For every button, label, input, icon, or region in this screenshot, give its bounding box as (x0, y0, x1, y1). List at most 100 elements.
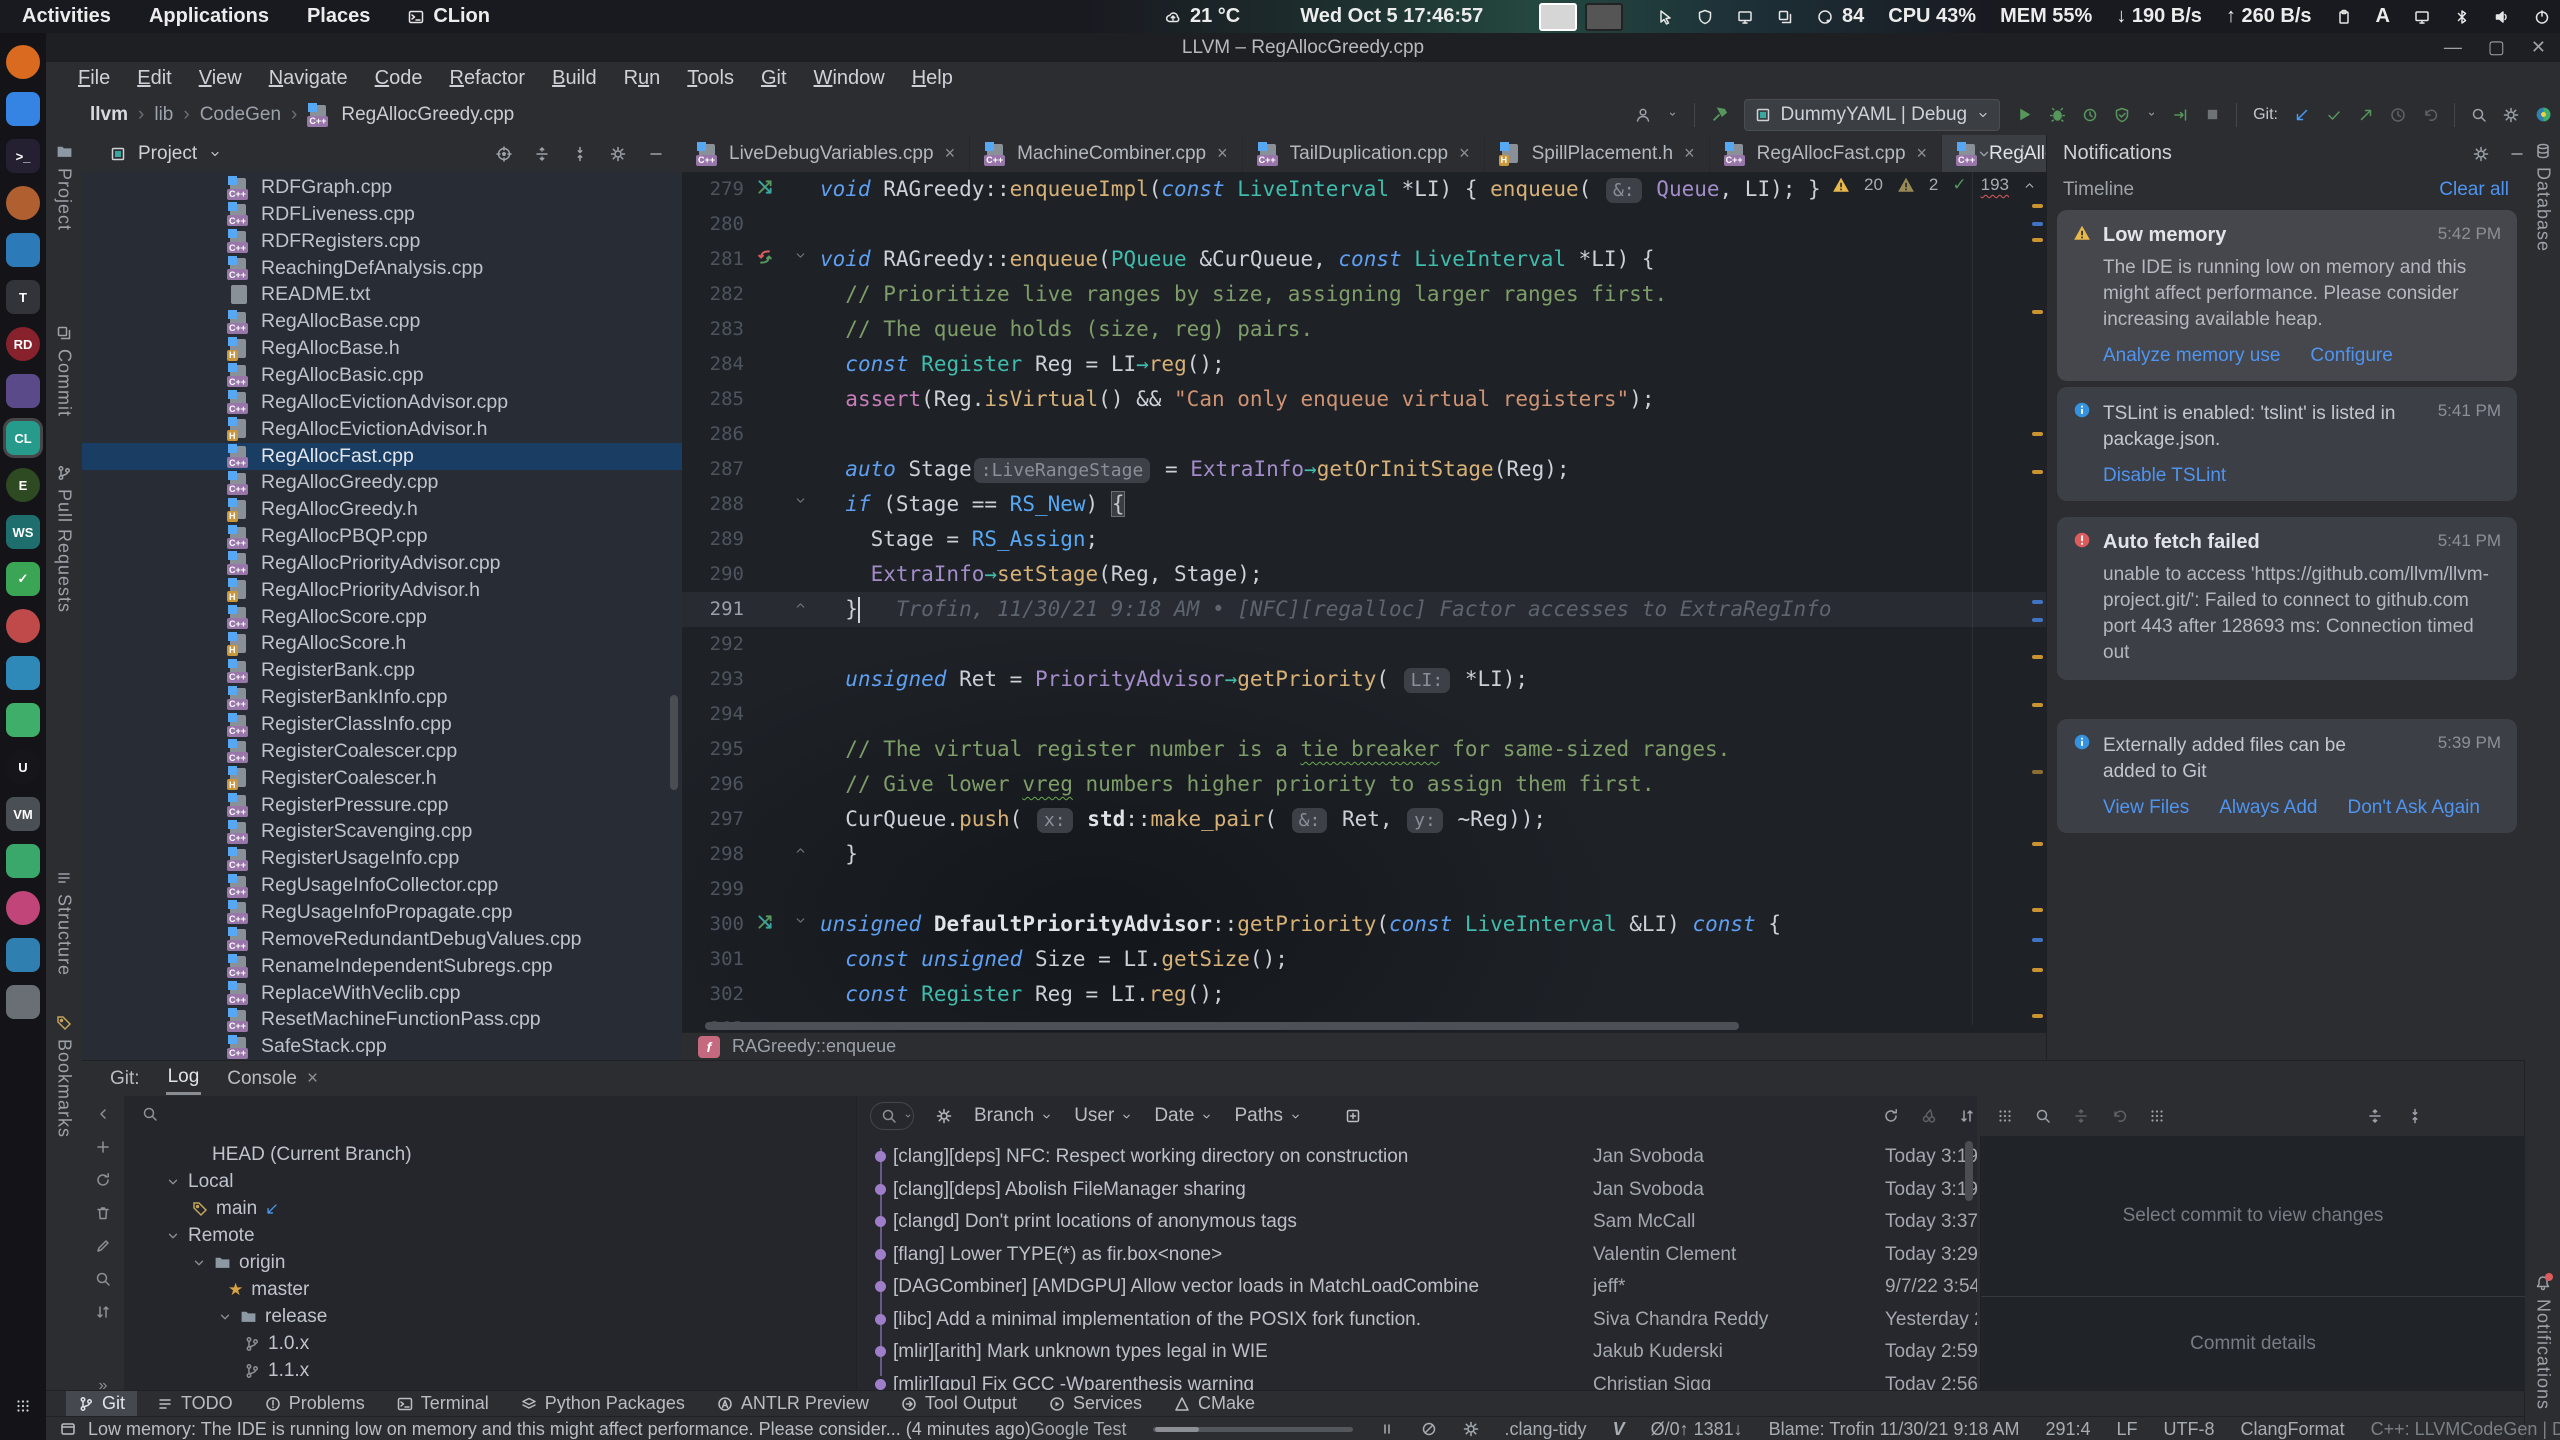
fold-marker-icon[interactable] (794, 914, 807, 927)
commit-row[interactable]: [mlir][arith] Mark unknown types legal i… (857, 1336, 1977, 1368)
stripe-database[interactable]: Database (2525, 143, 2560, 252)
tool-tab-todo[interactable]: TODO (145, 1391, 245, 1417)
tree-item-RegAllocScore.h[interactable]: HRegAllocScore.h (82, 630, 682, 657)
clone-icon[interactable] (1777, 9, 1793, 25)
branch-master[interactable]: ★master (124, 1276, 856, 1303)
stripe-notifications[interactable]: Notifications (2525, 1275, 2560, 1410)
code-line-280[interactable]: 280 (682, 207, 2046, 242)
tool-tab-problems[interactable]: Problems (253, 1391, 377, 1417)
tree-item-RegUsageInfoCollector.cpp[interactable]: C++RegUsageInfoCollector.cpp (82, 872, 682, 899)
tree-item-RegAllocGreedy.cpp[interactable]: C++RegAllocGreedy.cpp (82, 469, 682, 496)
filter-date[interactable]: Date (1154, 1105, 1212, 1127)
breadcrumb-item-llvm[interactable]: llvm (90, 104, 128, 126)
code-line-299[interactable]: 299 (682, 872, 2046, 907)
tab-SpillPlacement.h[interactable]: HSpillPlacement.h× (1485, 135, 1710, 172)
network-down-indicator[interactable]: ↓ 190 B/s (2116, 5, 2202, 28)
revert-icon[interactable] (2111, 1108, 2127, 1124)
dock-unreal-icon[interactable]: U (6, 750, 40, 784)
stripe-mark[interactable] (2032, 618, 2043, 622)
dock-toolbox-icon[interactable] (6, 374, 40, 408)
tree-item-RDFRegisters.cpp[interactable]: C++RDFRegisters.cpp (82, 228, 682, 255)
cpu-indicator[interactable]: CPU 43% (1888, 5, 1976, 28)
dock-app-t-icon[interactable]: T (6, 280, 40, 314)
build-button[interactable] (1711, 106, 1728, 123)
tree-item-RDFLiveness.cpp[interactable]: C++RDFLiveness.cpp (82, 201, 682, 228)
tree-item-RemoveRedundantDebugValues.cpp[interactable]: C++RemoveRedundantDebugValues.cpp (82, 926, 682, 953)
stripe-mark[interactable] (2032, 842, 2043, 846)
panel-settings-button[interactable] (610, 146, 626, 162)
resolved-count[interactable]: 193 (1981, 175, 2009, 195)
clock[interactable]: Wed Oct 5 17:46:57 (1300, 5, 1483, 28)
link-always-add[interactable]: Always Add (2219, 797, 2317, 819)
tool-tab-cmake[interactable]: CMake (1162, 1391, 1267, 1417)
menu-navigate[interactable]: Navigate (269, 67, 348, 90)
collapse-all-icon[interactable] (2407, 1108, 2423, 1124)
close-icon[interactable]: × (1459, 143, 1470, 164)
stripe-mark[interactable] (2032, 968, 2043, 972)
commit-row[interactable]: [mlir][gpu] Fix GCC -Wparenthesis warnin… (857, 1369, 1977, 1392)
tree-item-README.txt[interactable]: README.txt (82, 281, 682, 308)
stripe-mark[interactable] (2032, 1014, 2043, 1018)
memory-indicator[interactable]: MEM 55% (2000, 5, 2092, 28)
refresh-icon[interactable] (1883, 1108, 1899, 1124)
tree-item-RegAllocBase.h[interactable]: HRegAllocBase.h (82, 335, 682, 362)
link-analyze-memory-use[interactable]: Analyze memory use (2103, 345, 2280, 367)
dock-telegram-icon[interactable] (6, 656, 40, 690)
code-line-291[interactable]: 291 } Trofin, 11/30/21 9:18 AM • [NFC][r… (682, 592, 2046, 627)
fold-marker-icon[interactable] (794, 249, 807, 262)
display-icon[interactable] (1737, 9, 1753, 25)
code-line-301[interactable]: 301 const unsigned Size = LI.getSize(); (682, 942, 2046, 977)
tree-item-RegAllocPriorityAdvisor.cpp[interactable]: C++RegAllocPriorityAdvisor.cpp (82, 550, 682, 577)
vim-mode-indicator[interactable]: V (1613, 1419, 1625, 1440)
menu-build[interactable]: Build (552, 67, 596, 90)
tree-item-RegAllocEvictionAdvisor.cpp[interactable]: C++RegAllocEvictionAdvisor.cpp (82, 389, 682, 416)
close-button[interactable]: ✕ (2531, 37, 2546, 58)
stripe-mark[interactable] (2032, 600, 2043, 604)
locate-file-button[interactable] (496, 146, 512, 162)
tab-MachineCombiner.cpp[interactable]: C++MachineCombiner.cpp× (970, 135, 1243, 172)
commit-row[interactable]: [clang][deps] NFC: Respect working direc… (857, 1141, 1977, 1173)
commit-row[interactable]: [clangd] Don't print locations of anonym… (857, 1206, 1977, 1238)
git-commit-button[interactable] (2326, 107, 2342, 123)
git-push-button[interactable] (2358, 107, 2374, 123)
code-line-283[interactable]: 283 // The queue holds (size, reg) pairs… (682, 312, 2046, 347)
dock-phone-icon[interactable] (6, 844, 40, 878)
toolchain[interactable]: C++: LLVMCodeGen | Debug (2371, 1419, 2560, 1440)
code-line-289[interactable]: 289 Stage = RS_Assign; (682, 522, 2046, 557)
tool-tab-tool-output[interactable]: Tool Output (889, 1391, 1029, 1417)
cancel-icon[interactable] (1421, 1421, 1437, 1437)
chevron-down-icon[interactable] (218, 1310, 232, 1324)
link-configure[interactable]: Configure (2310, 345, 2392, 367)
menu-view[interactable]: View (199, 67, 242, 90)
dock-files-icon[interactable] (6, 92, 40, 126)
kebab-menu-icon[interactable]: ⋮ (2013, 142, 2032, 165)
breadcrumb-item-codegen[interactable]: CodeGen (200, 104, 281, 126)
stripe-pull-requests[interactable]: Pull Requests (46, 465, 82, 613)
stripe-mark[interactable] (2032, 432, 2043, 436)
tree-item-RegisterCoalescer.cpp[interactable]: C++RegisterCoalescer.cpp (82, 738, 682, 765)
git-tab-log[interactable]: Log (166, 1062, 202, 1095)
dock-vscode-icon[interactable] (6, 233, 40, 267)
code-line-295[interactable]: 295 // The virtual register number is a … (682, 732, 2046, 767)
override-marker-icon[interactable] (756, 178, 774, 196)
commit-scrollbar[interactable] (1965, 1141, 1973, 1201)
code-line-302[interactable]: 302 const Register Reg = LI.reg(); (682, 977, 2046, 1012)
clang-tidy-gear-icon[interactable] (1463, 1421, 1479, 1437)
power-icon[interactable] (2534, 9, 2550, 25)
clang-tidy-label[interactable]: .clang-tidy (1505, 1419, 1587, 1440)
filter-branch[interactable]: Branch (974, 1105, 1052, 1127)
search-everywhere-button[interactable] (2471, 107, 2487, 123)
debug-button[interactable] (2049, 106, 2066, 123)
inspections-widget[interactable]: 202✓193 (1832, 175, 2063, 195)
code-line-296[interactable]: 296 // Give lower vreg numbers higher pr… (682, 767, 2046, 802)
expand-all-icon[interactable] (2367, 1108, 2383, 1124)
stripe-mark[interactable] (2032, 703, 2043, 707)
sort-icon[interactable] (1959, 1108, 1975, 1124)
stripe-bookmarks[interactable]: Bookmarks (46, 1015, 82, 1138)
menu-git[interactable]: Git (761, 67, 787, 90)
tree-item-RegAllocScore.cpp[interactable]: C++RegAllocScore.cpp (82, 604, 682, 631)
stripe-mark[interactable] (2032, 204, 2043, 208)
dock-rider-icon[interactable]: RD (6, 327, 40, 361)
commit-row[interactable]: [DAGCombiner] [AMDGPU] Allow vector load… (857, 1271, 1977, 1303)
commits-counter[interactable]: Ø/0↑ 1381↓ (1651, 1419, 1743, 1440)
